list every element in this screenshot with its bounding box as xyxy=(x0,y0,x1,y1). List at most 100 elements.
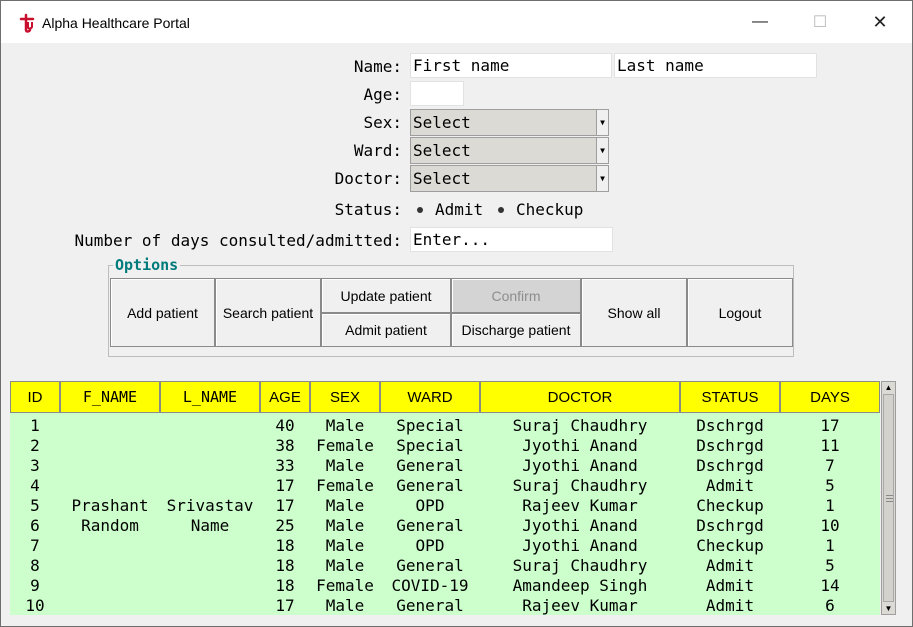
table-row[interactable]: 1 40 Male Special Suraj Chaudhry Dschrgd… xyxy=(10,416,880,436)
column-header-lname[interactable]: L_NAME xyxy=(160,381,260,413)
cell-id: 9 xyxy=(30,576,40,595)
cell-id: 7 xyxy=(30,536,40,555)
last-name-input[interactable]: Last name xyxy=(614,53,817,78)
table-row[interactable]: 5 Prashant Srivastav 17 Male OPD Rajeev … xyxy=(10,496,880,516)
cell-sex: Female xyxy=(316,576,374,595)
cell-id: 2 xyxy=(30,436,40,455)
status-admit-label: Admit xyxy=(435,200,484,219)
chevron-down-icon[interactable]: ▼ xyxy=(596,166,608,191)
cell-ward: General xyxy=(396,476,464,495)
cell-status: Admit xyxy=(705,476,755,495)
table-row[interactable]: 9 18 Female COVID-19 Amandeep Singh Admi… xyxy=(10,576,880,596)
cell-sex: Female xyxy=(316,436,374,455)
cell-doctor: Suraj Chaudhry xyxy=(512,556,648,575)
cell-days: 1 xyxy=(825,536,835,555)
cell-lname: Name xyxy=(190,516,230,535)
scroll-up-icon[interactable]: ▲ xyxy=(882,382,895,393)
status-radio-admit[interactable]: Admit xyxy=(415,200,483,219)
status-radio-checkup[interactable]: Checkup xyxy=(496,200,583,219)
days-input[interactable]: Enter... xyxy=(410,227,613,252)
chevron-down-icon[interactable]: ▼ xyxy=(596,138,608,163)
scrollbar-thumb[interactable] xyxy=(883,394,894,602)
cell-sex: Female xyxy=(316,476,374,495)
ward-select[interactable]: Select ▼ xyxy=(410,137,609,164)
cell-lname xyxy=(160,576,260,596)
age-input[interactable] xyxy=(410,81,464,106)
scroll-down-icon[interactable]: ▼ xyxy=(882,603,895,614)
cell-id: 10 xyxy=(25,596,45,615)
confirm-button[interactable]: Confirm xyxy=(451,278,581,313)
maximize-button[interactable]: ☐ xyxy=(790,1,850,43)
cell-ward: Special xyxy=(396,416,464,435)
radio-selected-icon[interactable] xyxy=(415,205,425,215)
age-label: Age: xyxy=(363,85,402,104)
column-header-days[interactable]: DAYS xyxy=(780,381,880,413)
cell-lname: Srivastav xyxy=(166,496,254,515)
table-row[interactable]: 10 17 Male General Rajeev Kumar Admit 6 xyxy=(10,596,880,616)
column-header-sex[interactable]: SEX xyxy=(310,381,380,413)
cell-age: 33 xyxy=(275,456,295,475)
ward-select-value: Select xyxy=(413,141,471,160)
table-row[interactable]: 3 33 Male General Jyothi Anand Dschrgd 7 xyxy=(10,456,880,476)
admit-patient-button[interactable]: Admit patient xyxy=(321,313,451,347)
table-row[interactable]: 4 17 Female General Suraj Chaudhry Admit… xyxy=(10,476,880,496)
doctor-select-value: Select xyxy=(413,169,471,188)
cell-days: 5 xyxy=(825,556,835,575)
table-row[interactable]: 6 Random Name 25 Male General Jyothi Ana… xyxy=(10,516,880,536)
radio-selected-icon[interactable] xyxy=(496,205,506,215)
sex-select[interactable]: Select ▼ xyxy=(410,109,609,136)
title-bar[interactable]: Alpha Healthcare Portal — ☐ ✕ xyxy=(1,1,912,43)
update-patient-button[interactable]: Update patient xyxy=(321,278,451,313)
cell-status: Admit xyxy=(705,596,755,615)
status-checkup-label: Checkup xyxy=(516,200,584,219)
cell-days: 17 xyxy=(820,416,840,435)
column-header-age[interactable]: AGE xyxy=(260,381,310,413)
maximize-icon: ☐ xyxy=(812,14,828,31)
search-patient-button[interactable]: Search patient xyxy=(215,278,321,347)
cell-status: Checkup xyxy=(696,496,764,515)
cell-lname xyxy=(160,556,260,576)
cell-lname xyxy=(160,476,260,496)
cell-sex: Male xyxy=(325,596,365,615)
discharge-patient-button[interactable]: Discharge patient xyxy=(451,313,581,347)
cell-fname: Random xyxy=(81,516,139,535)
add-patient-button[interactable]: Add patient xyxy=(110,278,215,347)
column-header-fname[interactable]: F_NAME xyxy=(60,381,160,413)
cell-doctor: Jyothi Anand xyxy=(522,436,638,455)
chevron-down-icon[interactable]: ▼ xyxy=(596,110,608,135)
patients-table[interactable]: ID F_NAME L_NAME AGE SEX WARD DOCTOR STA… xyxy=(10,381,880,615)
table-row[interactable]: 7 18 Male OPD Jyothi Anand Checkup 1 xyxy=(10,536,880,556)
cell-fname xyxy=(60,416,160,436)
table-row[interactable]: 8 18 Male General Suraj Chaudhry Admit 5 xyxy=(10,556,880,576)
first-name-input[interactable]: First name xyxy=(410,53,612,78)
doctor-select[interactable]: Select ▼ xyxy=(410,165,609,192)
app-logo-icon xyxy=(19,13,35,33)
cell-sex: Male xyxy=(325,516,365,535)
cell-age: 17 xyxy=(275,476,295,495)
column-header-id[interactable]: ID xyxy=(10,381,60,413)
cell-fname xyxy=(60,456,160,476)
table-scrollbar[interactable]: ▲ ▼ xyxy=(881,381,896,615)
cell-id: 8 xyxy=(30,556,40,575)
cell-days: 10 xyxy=(820,516,840,535)
days-label: Number of days consulted/admitted: xyxy=(74,231,402,250)
column-header-ward[interactable]: WARD xyxy=(380,381,480,413)
cell-age: 17 xyxy=(275,596,295,615)
show-all-button[interactable]: Show all xyxy=(581,278,687,347)
cell-fname xyxy=(60,576,160,596)
cell-lname xyxy=(160,456,260,476)
close-button[interactable]: ✕ xyxy=(850,1,910,43)
cell-status: Admit xyxy=(705,576,755,595)
cell-days: 5 xyxy=(825,476,835,495)
cell-doctor: Rajeev Kumar xyxy=(522,596,638,615)
column-header-status[interactable]: STATUS xyxy=(680,381,780,413)
cell-fname xyxy=(60,436,160,456)
name-label: Name: xyxy=(353,57,402,76)
logout-button[interactable]: Logout xyxy=(687,278,793,347)
minimize-button[interactable]: — xyxy=(730,1,790,43)
table-row[interactable]: 2 38 Female Special Jyothi Anand Dschrgd… xyxy=(10,436,880,456)
cell-status: Dschrgd xyxy=(696,456,764,475)
cell-age: 25 xyxy=(275,516,295,535)
column-header-doctor[interactable]: DOCTOR xyxy=(480,381,680,413)
cell-doctor: Jyothi Anand xyxy=(522,456,638,475)
